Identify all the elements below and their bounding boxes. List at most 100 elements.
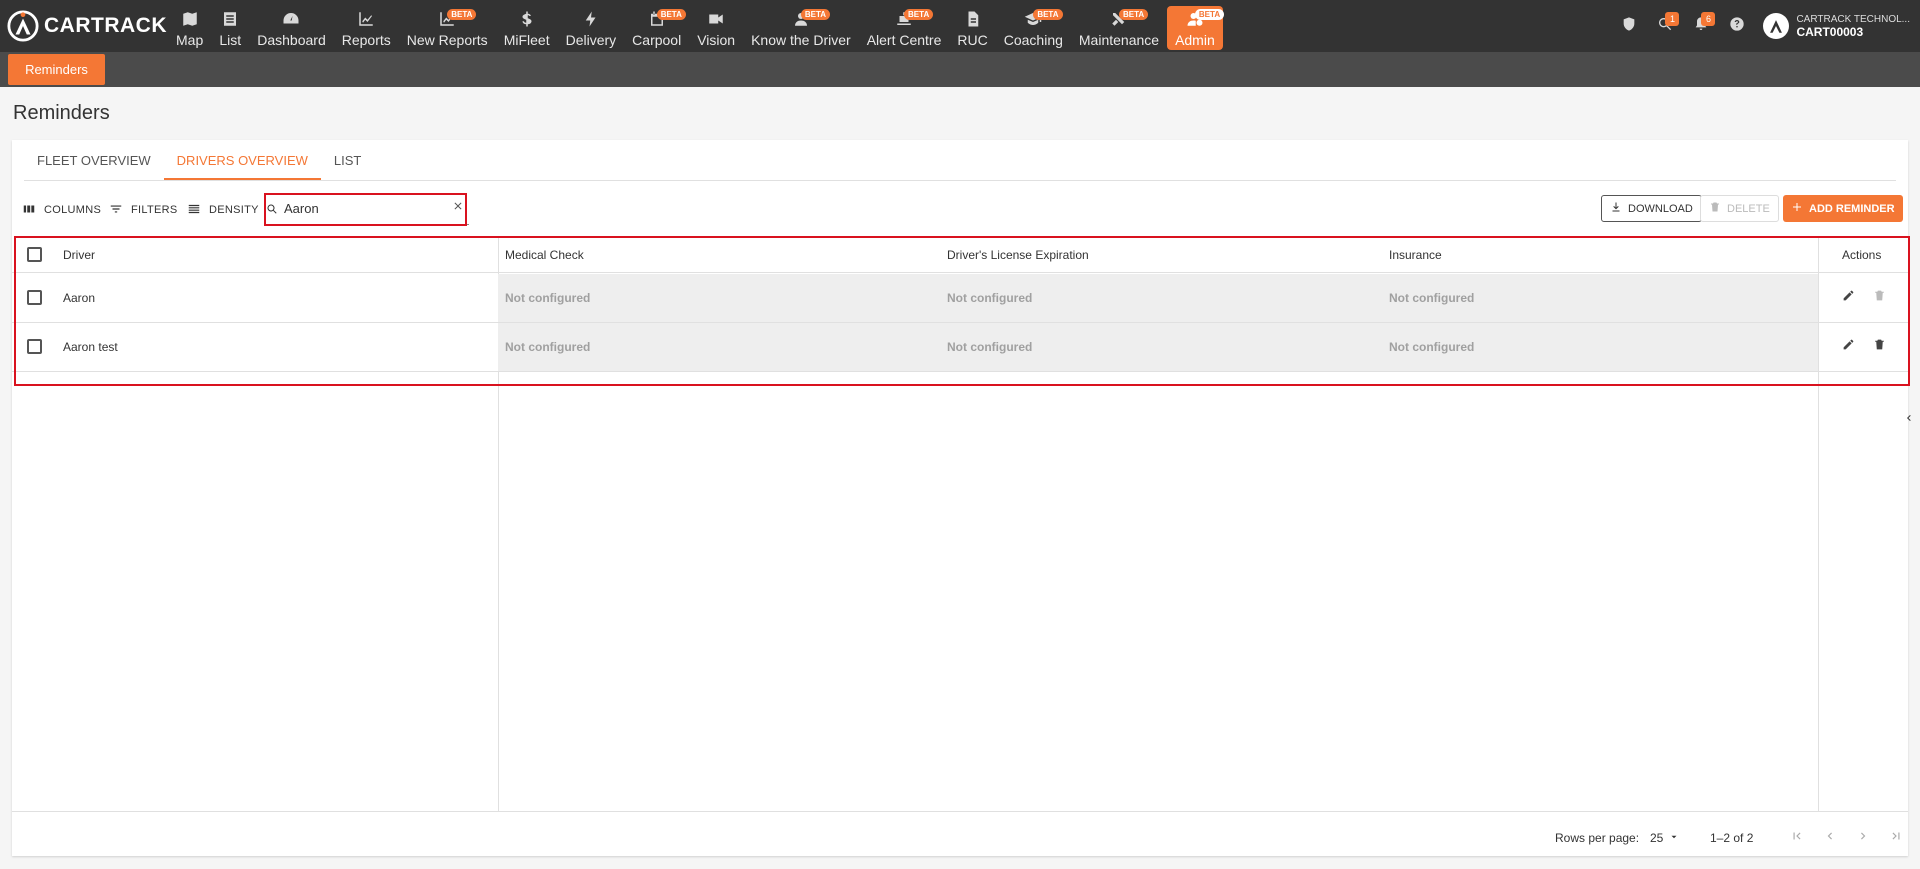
columns-button[interactable]: COLUMNS: [22, 196, 101, 224]
camera-icon: [705, 9, 727, 29]
columns-label: COLUMNS: [44, 204, 102, 216]
notifications-button[interactable]: 6: [1683, 8, 1719, 44]
grid-header: Driver Medical Check Driver's License Ex…: [12, 236, 1908, 273]
next-page-button[interactable]: [1853, 828, 1873, 848]
account-menu[interactable]: CARTRACK TECHNOL... CART00003: [1763, 13, 1910, 39]
beta-badge: BETA: [656, 9, 686, 20]
row-checkbox[interactable]: [27, 339, 42, 354]
license-expiration-cell: Not configured: [947, 291, 1033, 305]
nav-item-list[interactable]: List: [211, 6, 249, 50]
density-button[interactable]: DENSITY: [187, 196, 259, 224]
column-header-driver[interactable]: Driver: [63, 236, 95, 273]
footer-divider: [12, 811, 1908, 812]
nav-item-reports[interactable]: Reports: [334, 6, 399, 50]
search-icon: [266, 202, 280, 216]
chevron-left-icon: [1903, 411, 1915, 429]
nav-item-map[interactable]: Map: [168, 6, 211, 50]
plus-icon: [1791, 201, 1809, 216]
pagination-range: 1–2 of 2: [1710, 831, 1754, 845]
side-panel-toggle[interactable]: [1902, 410, 1916, 430]
nav-item-dashboard[interactable]: Dashboard: [249, 6, 334, 50]
search-alerts-button[interactable]: 1: [1647, 8, 1683, 44]
search-input[interactable]: [284, 201, 444, 216]
nav-item-vision[interactable]: Vision: [689, 6, 743, 50]
tab-fleet-overview[interactable]: FLEET OVERVIEW: [24, 140, 164, 180]
shield-button[interactable]: [1611, 8, 1647, 44]
rows-per-page-select[interactable]: 25: [1650, 824, 1679, 852]
nav-item-label: New Reports: [406, 31, 488, 48]
drivers-grid: Driver Medical Check Driver's License Ex…: [12, 236, 1908, 816]
delete-button[interactable]: DELETE: [1700, 195, 1779, 222]
nav-item-label: Reports: [341, 31, 391, 48]
top-navigation: CARTRACK Map List Dashboard Reports BETA…: [0, 0, 1920, 52]
select-all-checkbox[interactable]: [27, 247, 42, 262]
help-icon: [1729, 16, 1745, 37]
last-page-button[interactable]: [1886, 828, 1906, 848]
trash-icon: [1873, 338, 1886, 356]
nav-item-admin[interactable]: BETA Admin: [1167, 6, 1225, 50]
nav-item-label: RUC: [957, 31, 988, 48]
last-page-icon: [1889, 829, 1903, 848]
nav-item-label: Delivery: [565, 31, 617, 48]
column-header-medical-check[interactable]: Medical Check: [505, 236, 584, 273]
nav-item-carpool[interactable]: BETA Carpool: [624, 6, 689, 50]
previous-page-button[interactable]: [1820, 828, 1840, 848]
nav-item-label: Alert Centre: [866, 31, 942, 48]
row-shade: [498, 323, 1818, 371]
first-page-button[interactable]: [1787, 828, 1807, 848]
cartrack-logo-icon: [6, 9, 40, 43]
driver-cell: Aaron: [63, 291, 96, 305]
table-row[interactable]: Aaron test Not configured Not configured…: [12, 323, 1908, 372]
tab-drivers-overview[interactable]: DRIVERS OVERVIEW: [163, 140, 322, 180]
row-checkbox[interactable]: [27, 290, 42, 305]
brand-logo[interactable]: CARTRACK: [0, 0, 168, 52]
sub-navigation: Reminders: [0, 52, 1920, 87]
column-header-actions: Actions: [1842, 247, 1882, 262]
nav-item-label: Map: [176, 31, 204, 48]
medical-check-cell: Not configured: [505, 340, 591, 354]
nav-item-label: Dashboard: [257, 31, 326, 48]
nav-item-mifleet[interactable]: MiFleet: [496, 6, 558, 50]
header-actions: 1 6 CARTRACK TECHNOL... CART00003: [1611, 0, 1920, 52]
help-button[interactable]: [1719, 8, 1755, 44]
nav-item-coaching[interactable]: BETA Coaching: [996, 6, 1071, 50]
delete-label: DELETE: [1727, 202, 1770, 215]
download-label: DOWNLOAD: [1628, 202, 1693, 215]
delete-row-button[interactable]: [1870, 289, 1888, 307]
row-shade: [498, 274, 1818, 322]
tab-divider: [24, 180, 1896, 181]
nav-item-delivery[interactable]: Delivery: [558, 6, 625, 50]
chevron-left-icon: [1823, 829, 1837, 848]
beta-badge: BETA: [1194, 9, 1225, 20]
subtab-reminders[interactable]: Reminders: [8, 54, 105, 85]
nav-item-label: Carpool: [632, 31, 682, 48]
nav-item-label: Maintenance: [1078, 31, 1160, 48]
delete-row-button[interactable]: [1870, 338, 1888, 356]
nav-item-label: Know the Driver: [751, 31, 851, 48]
nav-item-know-the-driver[interactable]: BETA Know the Driver: [743, 6, 859, 50]
tab-list[interactable]: LIST: [321, 140, 374, 180]
download-button[interactable]: DOWNLOAD: [1601, 195, 1702, 222]
first-page-icon: [1790, 829, 1804, 848]
dollar-icon: [516, 9, 538, 29]
reminders-card: FLEET OVERVIEW DRIVERS OVERVIEW LIST COL…: [12, 140, 1908, 856]
nav-item-label: Coaching: [1003, 31, 1063, 48]
edit-button[interactable]: [1839, 289, 1857, 307]
nav-item-alert-centre[interactable]: BETA Alert Centre: [859, 6, 950, 50]
nav-item-ruc[interactable]: RUC: [949, 6, 995, 50]
nav-item-new-reports[interactable]: BETA New Reports: [399, 6, 496, 50]
table-row[interactable]: Aaron Not configured Not configured Not …: [12, 274, 1908, 323]
clear-search-button[interactable]: [451, 201, 465, 215]
beta-badge: BETA: [447, 9, 477, 20]
document-icon: [962, 9, 984, 29]
edit-button[interactable]: [1839, 338, 1857, 356]
nav-item-maintenance[interactable]: BETA Maintenance: [1071, 6, 1167, 50]
add-reminder-label: ADD REMINDER: [1809, 202, 1895, 215]
column-header-license-expiration[interactable]: Driver's License Expiration: [947, 236, 1089, 273]
column-header-insurance[interactable]: Insurance: [1389, 236, 1442, 273]
tab-bar: FLEET OVERVIEW DRIVERS OVERVIEW LIST: [24, 140, 374, 180]
filters-button[interactable]: FILTERS: [109, 196, 178, 224]
add-reminder-button[interactable]: ADD REMINDER: [1783, 195, 1903, 222]
dashboard-icon: [280, 9, 302, 29]
download-icon: [1610, 201, 1628, 216]
